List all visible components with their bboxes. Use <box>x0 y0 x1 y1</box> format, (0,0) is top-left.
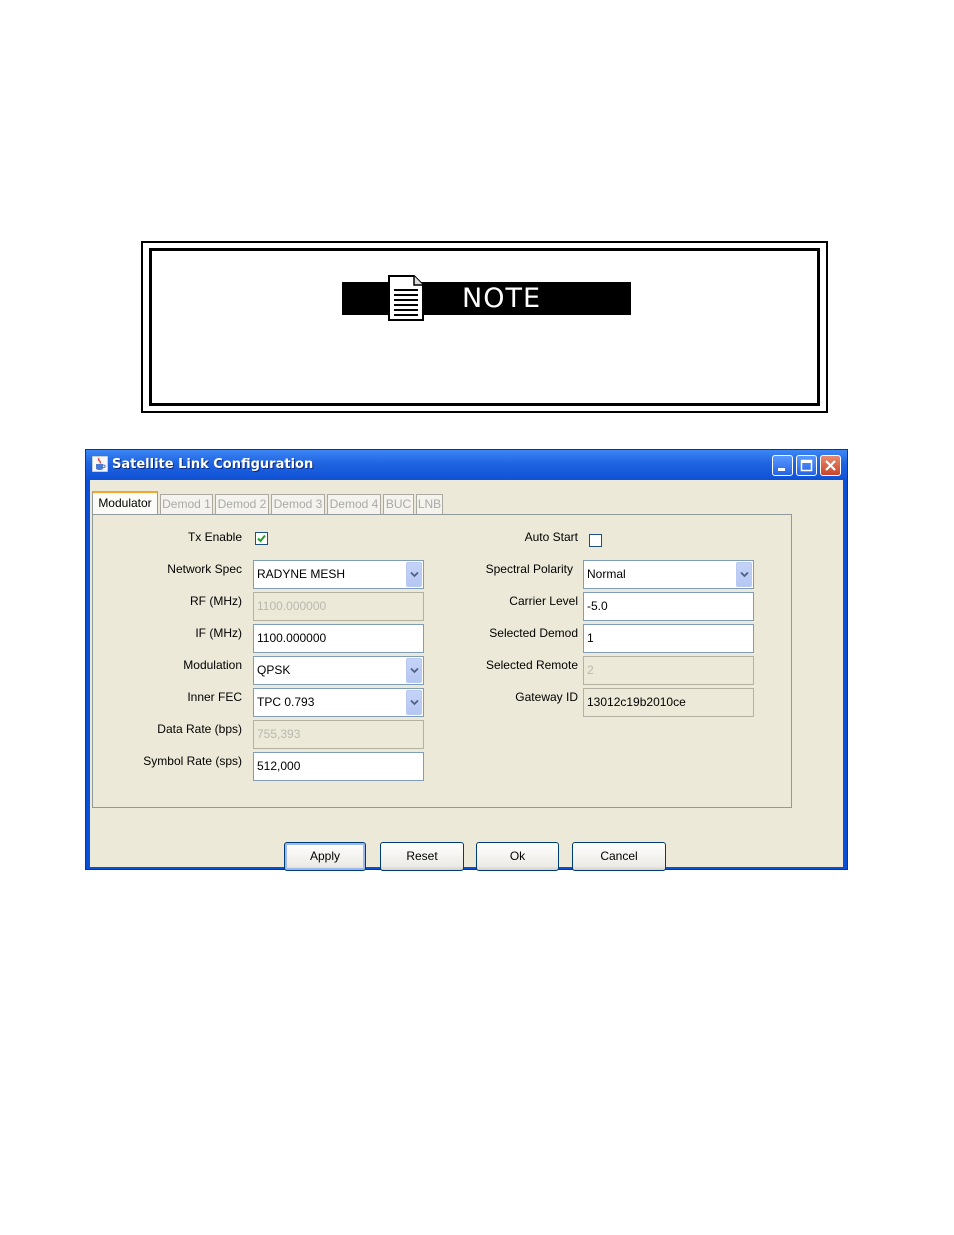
window-title: Satellite Link Configuration <box>112 457 314 472</box>
auto-start-label: Auto Start <box>524 530 578 544</box>
modulation-value: QPSK <box>257 663 291 677</box>
tab-buc[interactable]: BUC <box>383 494 414 514</box>
data-rate-label: Data Rate (bps) <box>157 722 242 736</box>
maximize-button[interactable] <box>796 455 817 476</box>
close-button[interactable] <box>820 455 841 476</box>
chevron-down-icon <box>410 667 419 674</box>
inner-fec-value: TPC 0.793 <box>257 695 315 709</box>
ok-button[interactable]: Ok <box>476 842 559 871</box>
selected-demod-label: Selected Demod <box>489 626 578 640</box>
tx-enable-checkbox[interactable] <box>255 532 268 545</box>
dialog-client-area: Modulator Demod 1 Demod 2 Demod 3 Demod … <box>90 480 843 871</box>
inner-fec-dropdown-button[interactable] <box>406 690 422 715</box>
modulation-select[interactable]: QPSK <box>253 656 424 685</box>
selected-remote-label: Selected Remote <box>485 658 578 672</box>
satellite-link-configuration-window: Satellite Link Configuration Modulator D… <box>85 449 848 871</box>
note-title: NOTE <box>462 283 542 314</box>
spectral-polarity-dropdown-button[interactable] <box>736 562 752 587</box>
data-rate-field: 755,393 <box>253 720 424 749</box>
inner-fec-label: Inner FEC <box>187 690 242 704</box>
modulation-dropdown-button[interactable] <box>406 658 422 683</box>
check-mark-icon <box>257 534 266 543</box>
spectral-polarity-value: Normal <box>587 567 626 581</box>
carrier-level-label: Carrier Level <box>509 594 578 608</box>
tab-modulator[interactable]: Modulator <box>92 491 158 515</box>
document-icon <box>388 275 424 321</box>
tab-demod-1[interactable]: Demod 1 <box>160 494 213 514</box>
tab-demod-4[interactable]: Demod 4 <box>327 494 381 514</box>
rf-label: RF (MHz) <box>190 594 242 608</box>
rf-field: 1100.000000 <box>253 592 424 621</box>
minimize-icon <box>778 468 785 471</box>
network-spec-select[interactable]: RADYNE MESH <box>253 560 424 589</box>
minimize-button[interactable] <box>772 455 793 476</box>
chevron-down-icon <box>410 571 419 578</box>
carrier-level-field[interactable]: -5.0 <box>583 592 754 621</box>
tx-enable-label: Tx Enable <box>187 530 242 544</box>
spectral-polarity-label: Spectral Polarity <box>485 562 573 576</box>
reset-button[interactable]: Reset <box>380 842 464 871</box>
tab-demod-2[interactable]: Demod 2 <box>215 494 269 514</box>
maximize-icon <box>800 459 813 472</box>
network-spec-dropdown-button[interactable] <box>406 562 422 587</box>
symbol-rate-field[interactable]: 512,000 <box>253 752 424 781</box>
apply-button[interactable]: Apply <box>284 842 366 871</box>
modulation-label: Modulation <box>183 658 242 672</box>
auto-start-checkbox[interactable] <box>589 534 602 547</box>
cancel-button[interactable]: Cancel <box>572 842 666 871</box>
if-field[interactable]: 1100.000000 <box>253 624 424 653</box>
tab-lnb[interactable]: LNB <box>416 494 443 514</box>
selected-remote-field: 2 <box>583 656 754 685</box>
chevron-down-icon <box>740 571 749 578</box>
close-icon <box>825 460 836 471</box>
gateway-id-field: 13012c19b2010ce <box>583 688 754 717</box>
selected-demod-field[interactable]: 1 <box>583 624 754 653</box>
network-spec-label: Network Spec <box>167 562 242 576</box>
if-label: IF (MHz) <box>195 626 242 640</box>
chevron-down-icon <box>410 699 419 706</box>
tab-demod-3[interactable]: Demod 3 <box>271 494 325 514</box>
java-cup-icon <box>92 456 108 472</box>
spectral-polarity-select[interactable]: Normal <box>583 560 754 589</box>
inner-fec-select[interactable]: TPC 0.793 <box>253 688 424 717</box>
title-bar[interactable]: Satellite Link Configuration <box>86 450 847 480</box>
symbol-rate-label: Symbol Rate (sps) <box>143 754 242 768</box>
network-spec-value: RADYNE MESH <box>257 567 346 581</box>
gateway-id-label: Gateway ID <box>515 690 578 704</box>
note-box-inner-border <box>149 248 820 406</box>
